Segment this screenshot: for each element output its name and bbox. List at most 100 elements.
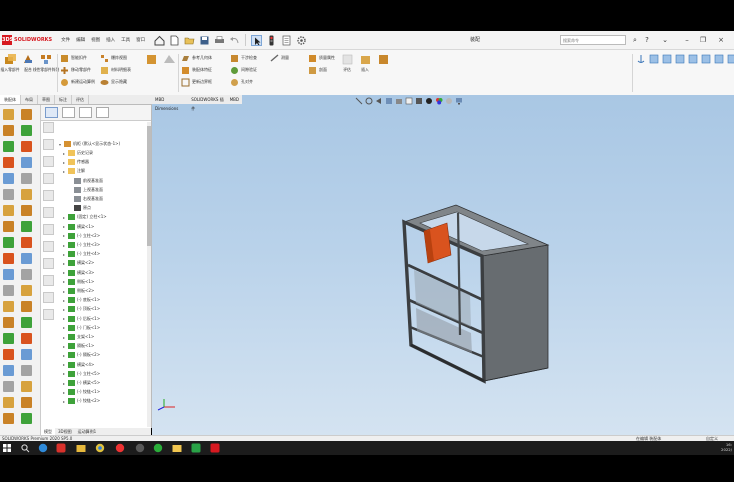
tab-markup[interactable]: 标注 xyxy=(55,95,72,104)
tool-icon[interactable] xyxy=(3,109,14,120)
bill-of-materials-button[interactable]: 材料明细表 xyxy=(100,65,131,75)
tool-icon[interactable] xyxy=(3,301,14,312)
tree-item[interactable]: ▸ (-) 铰链<2> xyxy=(63,397,100,405)
tree-item[interactable]: ▸ (-) 立柱<4> xyxy=(63,250,100,258)
tree-filter-icon[interactable] xyxy=(43,275,54,286)
configuration-manager-tab[interactable] xyxy=(79,107,92,118)
property-manager-tab[interactable] xyxy=(62,107,75,118)
record-app-icon[interactable] xyxy=(115,443,125,453)
tool-icon[interactable] xyxy=(21,237,32,248)
menu-item[interactable]: 窗口 xyxy=(133,37,148,43)
display-manager-tab[interactable] xyxy=(96,107,109,118)
tool-icon[interactable] xyxy=(3,205,14,216)
tab-layout[interactable]: 布局 xyxy=(21,95,38,104)
tool-icon[interactable] xyxy=(3,221,14,232)
tree-item[interactable]: ▸ 注解 xyxy=(63,167,85,175)
clearance-verification-button[interactable]: 间隙验证 xyxy=(230,65,257,75)
tool-icon[interactable] xyxy=(21,365,32,376)
menu-item[interactable]: 工具 xyxy=(118,37,133,43)
tree-filter-icon[interactable] xyxy=(43,122,54,133)
tree-item[interactable]: ▸ (-) 立柱<2> xyxy=(63,232,100,240)
folder-icon[interactable] xyxy=(172,443,182,453)
tab-solidworks-addins[interactable]: SOLIDWORKS 插件 xyxy=(188,95,227,111)
menu-item[interactable]: 插入 xyxy=(103,37,118,43)
tool-icon[interactable] xyxy=(21,397,32,408)
reference-geometry-button[interactable] xyxy=(162,53,176,66)
home-icon[interactable] xyxy=(154,35,165,46)
options-chevron-icon[interactable]: ⌄ xyxy=(660,35,670,45)
tool-icon[interactable] xyxy=(21,189,32,200)
sheet-icon[interactable] xyxy=(688,54,698,64)
tool-icon[interactable] xyxy=(21,173,32,184)
solidworks-taskbar-icon[interactable] xyxy=(210,443,220,453)
tool-icon[interactable] xyxy=(21,221,32,232)
tree-item[interactable]: ▸ 侧板<1> xyxy=(63,278,94,286)
tree-filter-icon[interactable] xyxy=(43,190,54,201)
tool-icon[interactable] xyxy=(21,285,32,296)
open-folder-icon[interactable] xyxy=(184,35,195,46)
save-icon[interactable] xyxy=(199,35,210,46)
move-component-button[interactable]: 移动零部件 xyxy=(60,65,95,75)
tree-filter-icon[interactable] xyxy=(43,173,54,184)
new-motion-study-button[interactable]: 新建运动算例 xyxy=(60,77,95,87)
tree-item[interactable]: 右视基准面 xyxy=(69,195,103,203)
tree-item[interactable]: ▸ 横梁<4> xyxy=(63,361,94,369)
tree-item[interactable]: ▸ 横梁<3> xyxy=(63,269,94,277)
tree-item[interactable]: ▸ (固定) 立柱<1> xyxy=(63,213,107,221)
tool-icon[interactable] xyxy=(21,157,32,168)
help-icon[interactable]: ? xyxy=(642,35,652,45)
minimize-icon[interactable]: – xyxy=(682,35,692,45)
hole-alignment-button[interactable]: 孔对齐 xyxy=(230,77,257,87)
tool-icon[interactable] xyxy=(3,269,14,280)
gear-icon[interactable] xyxy=(296,35,307,46)
wps-icon[interactable] xyxy=(56,443,66,453)
tool-icon[interactable] xyxy=(3,141,14,152)
sheet-icon[interactable] xyxy=(701,54,711,64)
tool-icon[interactable] xyxy=(21,141,32,152)
tree-item[interactable]: ▸ (-) 立柱<5> xyxy=(63,370,100,378)
tool-icon[interactable] xyxy=(3,285,14,296)
insert-components-button[interactable]: 插入零部件 xyxy=(1,53,20,73)
tool-icon[interactable] xyxy=(3,173,14,184)
sheet-icon[interactable] xyxy=(662,54,672,64)
section-view-button[interactable]: 剖面 xyxy=(308,65,335,75)
interference-detection-button[interactable]: 干涉检查 xyxy=(230,53,257,63)
menu-item[interactable]: 编辑 xyxy=(73,37,88,43)
tree-item[interactable]: ▸ 侧板<2> xyxy=(63,287,94,295)
tool-icon[interactable] xyxy=(21,317,32,328)
tree-filter-icon[interactable] xyxy=(43,309,54,320)
tree-item[interactable]: 前视基准面 xyxy=(69,177,103,185)
sheet-icon[interactable] xyxy=(727,54,734,64)
tool-icon[interactable] xyxy=(3,317,14,328)
traffic-light-icon[interactable] xyxy=(266,35,277,46)
mass-properties-button[interactable]: 质量属性 xyxy=(308,53,335,63)
tree-filter-icon[interactable] xyxy=(43,292,54,303)
app-logo[interactable]: 3DS SOLIDWORKS xyxy=(2,35,52,45)
assembly-features-item[interactable]: 装配体特征 xyxy=(181,65,212,75)
tool-icon[interactable] xyxy=(21,413,32,424)
tree-item[interactable]: ▸ 横梁<1> xyxy=(63,223,94,231)
tool-icon[interactable] xyxy=(3,237,14,248)
windows-start-icon[interactable] xyxy=(2,443,12,453)
update-bounding-box-item[interactable]: 更新边界框 xyxy=(181,77,212,87)
tree-item[interactable]: ▸ (-) 横梁<5> xyxy=(63,379,100,387)
show-hidden-button[interactable]: 显示隐藏 xyxy=(100,77,131,87)
tab-model[interactable]: 模型 xyxy=(41,428,55,435)
tool-icon[interactable] xyxy=(3,333,14,344)
tool-icon[interactable] xyxy=(21,381,32,392)
tree-item[interactable]: ▸ (-) 底板<1> xyxy=(63,296,100,304)
anchor-icon[interactable] xyxy=(636,54,646,64)
undo-icon[interactable] xyxy=(229,35,240,46)
smart-fasteners-button[interactable]: 智能扣件 xyxy=(60,53,95,63)
tree-item[interactable]: ▸ 支架<1> xyxy=(63,333,94,341)
green-app-icon[interactable] xyxy=(191,443,201,453)
sheet-icon[interactable] xyxy=(649,54,659,64)
assembly-features-button[interactable] xyxy=(144,53,158,66)
tab-evaluate[interactable]: 评估 xyxy=(72,95,89,104)
tree-filter-icon[interactable] xyxy=(43,139,54,150)
tree-item[interactable]: ▸ (-) 顶板<1> xyxy=(63,305,100,313)
tree-item[interactable]: ▸ (-) 铰链<1> xyxy=(63,388,100,396)
feature-tree-tab[interactable] xyxy=(45,107,58,118)
graphics-viewport[interactable] xyxy=(152,95,734,435)
tool-icon[interactable] xyxy=(21,205,32,216)
